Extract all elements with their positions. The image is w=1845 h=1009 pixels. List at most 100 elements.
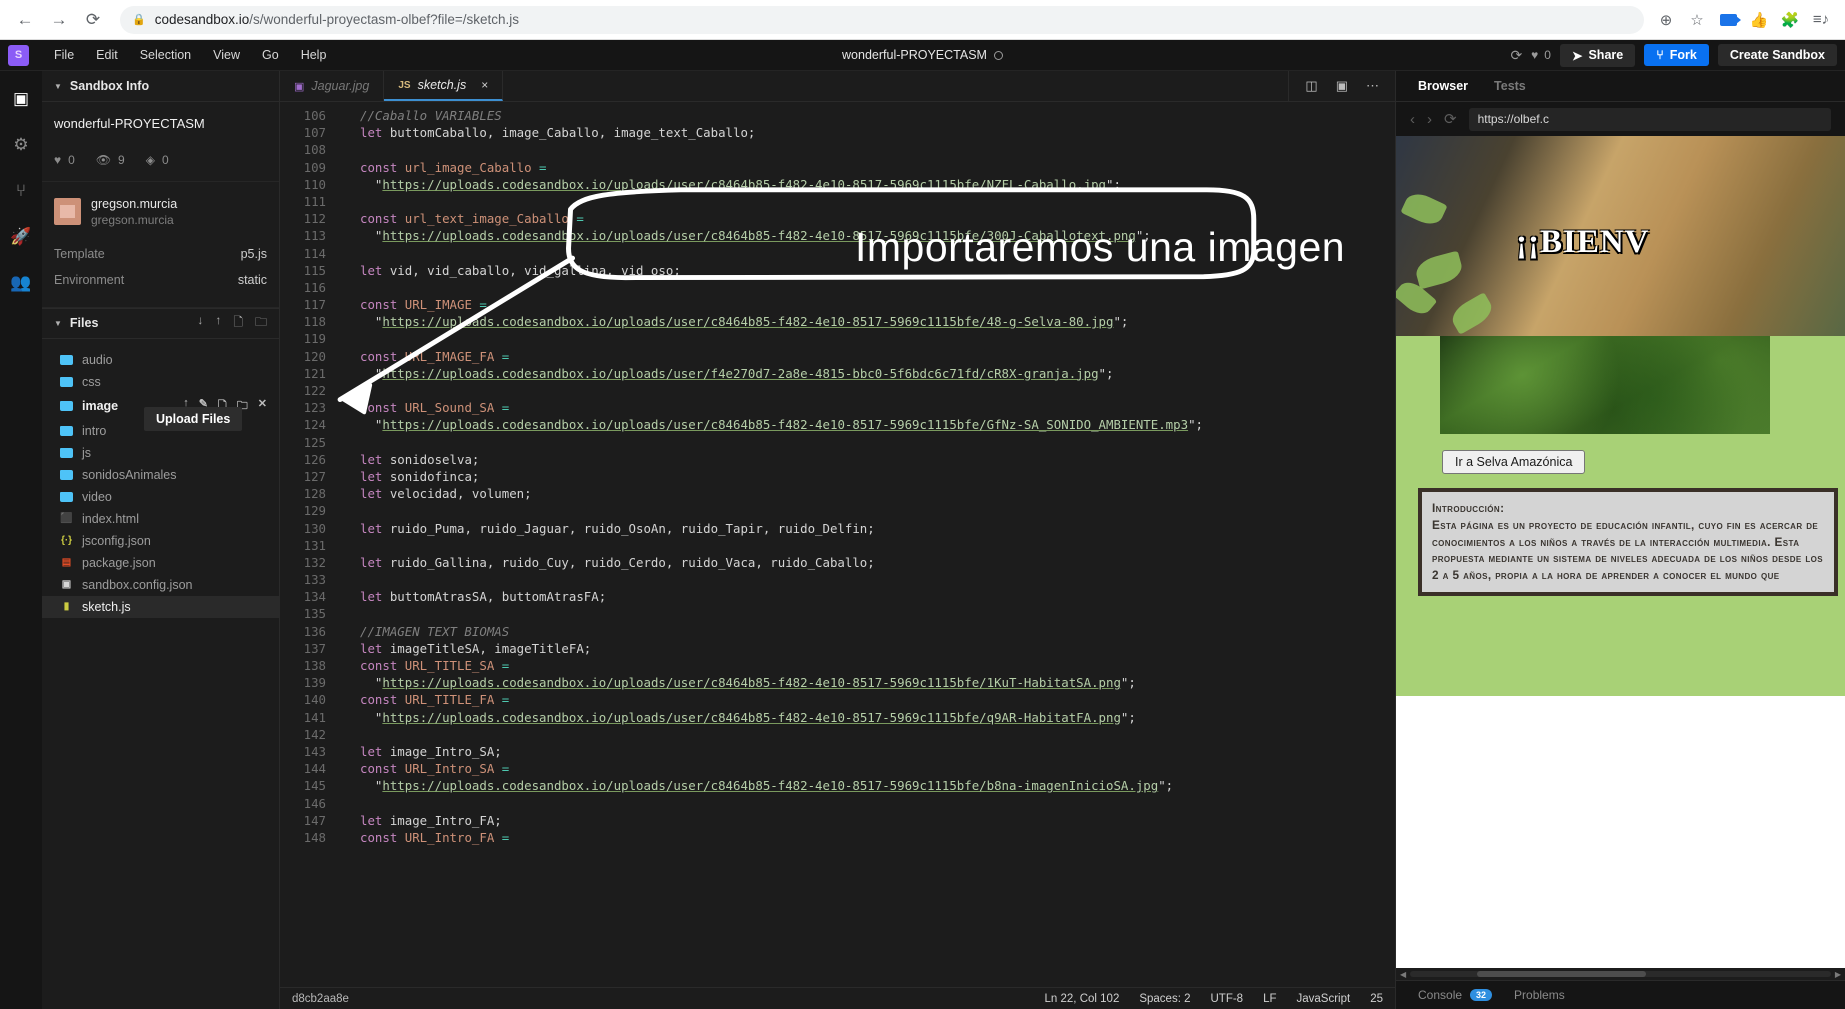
back-arrow-icon[interactable]: ←	[10, 5, 40, 35]
file-tree-item-jsconfig-json[interactable]: {·} jsconfig.json	[42, 530, 279, 552]
new-folder-icon[interactable]: 🗀	[255, 313, 267, 334]
forward-arrow-icon[interactable]: →	[44, 5, 74, 35]
files-panel-header[interactable]: ▼ Files ↓ ↑ 🗋 🗀	[42, 307, 279, 339]
menu-edit[interactable]: Edit	[85, 45, 129, 65]
menu-selection[interactable]: Selection	[129, 45, 202, 65]
thumbs-up-icon[interactable]: 👍	[1745, 6, 1773, 34]
tab-tests[interactable]: Tests	[1494, 79, 1526, 93]
file-tree-item-index-html[interactable]: ⬛ index.html	[42, 508, 279, 530]
tab-sketch-js[interactable]: JS sketch.js ×	[384, 71, 504, 101]
code-text: const URL_Intro_SA =	[360, 761, 510, 777]
file-tree-item-sonidosanimales[interactable]: sonidosAnimales	[42, 464, 279, 486]
code-text: let imageTitleSA, imageTitleFA;	[360, 640, 592, 656]
file-tree-item-package-json[interactable]: ▤ package.json	[42, 552, 279, 574]
file-tree-item-js[interactable]: js	[42, 442, 279, 464]
code-line: 148 const URL_Intro_FA =	[280, 830, 1395, 847]
share-button[interactable]: ➤ Share	[1559, 43, 1636, 67]
line-number: 148	[303, 829, 326, 845]
line-number: 116	[303, 279, 326, 295]
codesandbox-logo-icon[interactable]: S	[8, 44, 29, 66]
gear-icon[interactable]: ⚙	[13, 135, 28, 155]
file-tree-item-css[interactable]: css	[42, 371, 279, 393]
sandbox-name: wonderful-PROYECTASM	[54, 116, 205, 131]
media-list-icon[interactable]: ≡♪	[1807, 6, 1835, 34]
url-domain: codesandbox.io	[154, 12, 250, 27]
reload-icon[interactable]: ⟳	[1444, 110, 1457, 128]
fork-icon: ◈	[145, 153, 155, 167]
language-mode[interactable]: JavaScript	[1297, 993, 1351, 1005]
star-icon[interactable]: ☆	[1683, 6, 1711, 34]
close-icon[interactable]: ✕	[258, 397, 267, 416]
rocket-icon[interactable]: 🚀	[10, 227, 31, 247]
scrollbar-thumb[interactable]	[1477, 971, 1646, 977]
line-number: 117	[303, 297, 326, 313]
line-number: 127	[303, 468, 326, 484]
file-tree-item-audio[interactable]: audio	[42, 349, 279, 371]
menu-go[interactable]: Go	[251, 45, 290, 65]
scroll-right-icon[interactable]: ▶	[1835, 970, 1841, 979]
cube-icon[interactable]: ▣	[13, 89, 29, 109]
browser-action-icons: ⊕ ☆ 👍 🧩 ≡♪	[1652, 6, 1835, 34]
refresh-icon[interactable]: ⟳	[1510, 47, 1522, 64]
eol-setting[interactable]: LF	[1263, 993, 1276, 1005]
tab-jaguar-jpg[interactable]: ▣ Jaguar.jpg	[280, 71, 385, 101]
tab-console[interactable]: Console 32	[1418, 988, 1493, 1002]
address-bar[interactable]: 🔒 codesandbox.io/s/wonderful-proyectasm-…	[120, 5, 1644, 34]
back-arrow-icon[interactable]: ‹	[1410, 111, 1415, 128]
split-editor-icon[interactable]: ◫	[1305, 78, 1317, 94]
file-name: package.json	[82, 555, 156, 570]
more-options-icon[interactable]: ⋯	[1366, 78, 1379, 94]
code-editor[interactable]: 106 //Caballo VARIABLES 107 let buttomCabal…	[280, 102, 1395, 987]
sidebar: ▼ Sandbox Info wonderful-PROYECTASM ♥ 0 …	[42, 71, 280, 1009]
preview-icon[interactable]: ▣	[1336, 78, 1348, 94]
line-number: 109	[303, 159, 326, 175]
preview-iframe[interactable]: ¡¡BIENV Ir a Selva Amazónica Introducció…	[1396, 136, 1845, 968]
code-line: 136 //IMAGEN TEXT BIOMAS	[280, 624, 1395, 641]
code-line: 124 "https://uploads.codesandbox.io/uplo…	[280, 417, 1395, 434]
go-to-selva-button[interactable]: Ir a Selva Amazónica	[1442, 450, 1586, 474]
add-icon[interactable]: ⊕	[1652, 6, 1680, 34]
tab-problems[interactable]: Problems	[1514, 988, 1565, 1002]
author-section: gregson.murcia gregson.murcia Template p…	[42, 182, 279, 308]
line-number: 123	[303, 400, 326, 416]
code-text: let image_Intro_FA;	[360, 812, 502, 828]
fork-button[interactable]: ⑂ Fork	[1644, 44, 1709, 66]
people-icon[interactable]: 👥	[10, 273, 31, 293]
scrollbar-track[interactable]	[1410, 971, 1831, 977]
camera-icon[interactable]	[1714, 6, 1742, 34]
download-icon[interactable]: ↓	[197, 313, 203, 334]
forward-arrow-icon[interactable]: ›	[1427, 111, 1432, 128]
upload-icon[interactable]: ↑	[215, 313, 221, 334]
code-line: 144 const URL_Intro_SA =	[280, 761, 1395, 778]
cursor-position[interactable]: Ln 22, Col 102	[1045, 993, 1120, 1005]
encoding-setting[interactable]: UTF-8	[1211, 993, 1244, 1005]
file-tree-item-video[interactable]: video	[42, 486, 279, 508]
main-layout: ▣ ⚙ ⑂ 🚀 👥 ▼ Sandbox Info wonderful-PROYE…	[0, 71, 1845, 1009]
tab-browser[interactable]: Browser	[1418, 79, 1468, 93]
menu-file[interactable]: File	[43, 45, 85, 65]
code-text: let buttomAtrasSA, buttomAtrasFA;	[360, 589, 607, 605]
github-icon[interactable]: ⑂	[16, 181, 26, 201]
forks-count: 0	[161, 153, 169, 167]
preview-url-input[interactable]: https://olbef.c	[1468, 107, 1831, 131]
preview-horizontal-scrollbar[interactable]: ◀ ▶	[1396, 968, 1845, 980]
file-tree-item-sandbox-config-json[interactable]: ▣ sandbox.config.json	[42, 574, 279, 596]
close-icon[interactable]: ×	[481, 78, 488, 92]
file-tree-item-sketch-js[interactable]: ▮ sketch.js	[42, 595, 279, 618]
menu-view[interactable]: View	[202, 45, 251, 65]
sandbox-info-header[interactable]: ▼ Sandbox Info	[42, 71, 279, 102]
indent-setting[interactable]: Spaces: 2	[1139, 993, 1190, 1005]
scroll-left-icon[interactable]: ◀	[1400, 970, 1406, 979]
line-number: 111	[303, 193, 326, 209]
new-file-icon[interactable]: 🗋	[233, 313, 243, 334]
reload-icon[interactable]: ⟳	[78, 5, 108, 35]
line-number: 119	[303, 331, 326, 347]
create-sandbox-button[interactable]: Create Sandbox	[1717, 44, 1837, 66]
menu-help[interactable]: Help	[290, 45, 338, 65]
like-counter[interactable]: ♥ 0	[1531, 48, 1551, 62]
author-row[interactable]: gregson.murcia gregson.murcia	[54, 196, 267, 227]
extensions-icon[interactable]: 🧩	[1776, 6, 1804, 34]
